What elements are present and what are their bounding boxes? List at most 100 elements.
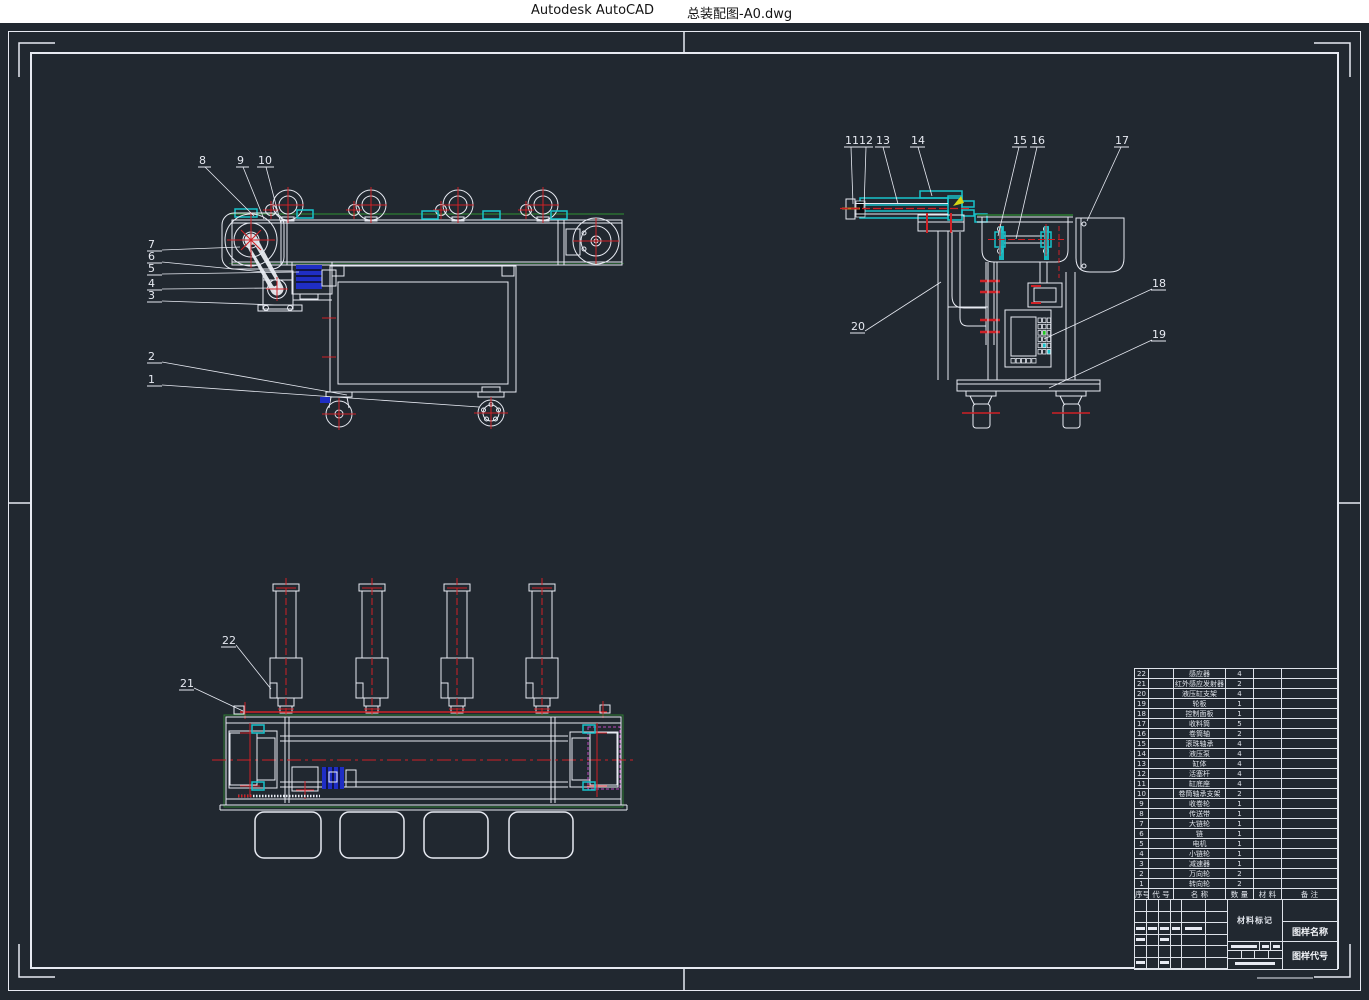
- panel-button[interactable]: [1016, 359, 1020, 364]
- bom-cell: [1282, 729, 1337, 739]
- bom-cell: [1149, 729, 1174, 739]
- bom-cell: 12: [1135, 769, 1149, 779]
- bom-cell: [1282, 879, 1337, 889]
- bom-cell: [1254, 849, 1282, 859]
- bom-cell: 10: [1135, 789, 1149, 799]
- callout-label: 16: [1031, 134, 1045, 147]
- bom-cell: [1149, 779, 1174, 789]
- panel-button[interactable]: [1038, 343, 1041, 348]
- title-block-cell: [1182, 958, 1206, 970]
- bom-cell: [1254, 839, 1282, 849]
- bom-cell: 液压泵: [1174, 749, 1226, 759]
- leader-line: [243, 167, 264, 219]
- bom-cell: 4: [1226, 669, 1254, 679]
- callout-label: 2: [148, 350, 155, 363]
- panel-button[interactable]: [1047, 324, 1050, 329]
- panel-button[interactable]: [1047, 318, 1050, 323]
- bom-cell: [1149, 669, 1174, 679]
- panel-button[interactable]: [1011, 359, 1015, 364]
- bom-cell: [1254, 809, 1282, 819]
- bom-cell: [1254, 739, 1282, 749]
- bom-cell: [1254, 709, 1282, 719]
- panel-button[interactable]: [1043, 343, 1046, 348]
- panel-button[interactable]: [1043, 324, 1046, 329]
- drawing-code-label: 图样代号: [1283, 942, 1337, 969]
- app-title: Autodesk AutoCAD: [531, 3, 654, 18]
- panel-button[interactable]: [1032, 359, 1036, 364]
- bom-cell: [1149, 679, 1174, 689]
- bom-cell: 4: [1226, 739, 1254, 749]
- panel-button[interactable]: [1043, 331, 1046, 336]
- callout-label: 21: [180, 677, 194, 690]
- title-block-cell: [1159, 946, 1171, 958]
- leader-line: [236, 645, 271, 689]
- callout-label: 19: [1152, 328, 1166, 341]
- winding-unit: [977, 215, 1073, 278]
- title-block-cell: [1206, 912, 1228, 924]
- title-block-cell: [1206, 923, 1228, 935]
- title-block-cell: [1135, 958, 1147, 970]
- panel-button[interactable]: [1027, 359, 1031, 364]
- bom-cell: [1282, 719, 1337, 729]
- bom-row: 15滚珠轴承4: [1135, 739, 1337, 749]
- panel-button[interactable]: [1038, 331, 1041, 336]
- bom-cell: [1149, 769, 1174, 779]
- bom-cell: [1254, 779, 1282, 789]
- bom-row: 16卷筒轴2: [1135, 729, 1337, 739]
- panel-button[interactable]: [1038, 324, 1041, 329]
- bom-cell: [1282, 799, 1337, 809]
- bom-cell: [1149, 859, 1174, 869]
- callout-label: 20: [851, 320, 865, 333]
- bom-cell: 大链轮: [1174, 819, 1226, 829]
- panel-button[interactable]: [1038, 318, 1041, 323]
- bom-header-cell: 序号: [1135, 889, 1149, 900]
- panel-button[interactable]: [1047, 350, 1050, 355]
- callout-label: 5: [148, 262, 155, 275]
- bom-cell: [1254, 699, 1282, 709]
- bom-rows: 22感应器421红外感应发射器220液压缸支架419轮板118控制面板117收料…: [1135, 669, 1337, 889]
- leader-line: [865, 282, 941, 331]
- bom-cell: 5: [1135, 839, 1149, 849]
- control-panel[interactable]: [1005, 310, 1051, 367]
- bom-cell: [1254, 749, 1282, 759]
- bom-cell: 17: [1135, 719, 1149, 729]
- bom-row: 1转向轮2: [1135, 879, 1337, 889]
- title-block-cell: [1159, 900, 1171, 912]
- bom-cell: [1254, 769, 1282, 779]
- panel-button[interactable]: [1047, 331, 1050, 336]
- panel-button[interactable]: [1021, 359, 1025, 364]
- bom-cell: 链: [1174, 829, 1226, 839]
- bom-cell: [1282, 739, 1337, 749]
- bom-cell: [1282, 789, 1337, 799]
- panel-button[interactable]: [1043, 350, 1046, 355]
- panel-button[interactable]: [1043, 318, 1046, 323]
- callout-label: 18: [1152, 277, 1166, 290]
- title-block-cell: [1159, 923, 1171, 935]
- title-block-cell: [1135, 900, 1147, 912]
- title-block-cell: [1171, 946, 1182, 958]
- bom-cell: [1254, 729, 1282, 739]
- title-block-cell: [1147, 958, 1159, 970]
- title-block-middle: 材料标记: [1228, 900, 1283, 969]
- panel-button[interactable]: [1038, 337, 1041, 342]
- top-view: [212, 578, 634, 858]
- bom-cell: 9: [1135, 799, 1149, 809]
- bom-cell: 16: [1135, 729, 1149, 739]
- leader-line: [1016, 147, 1037, 239]
- bom-cell: 2: [1226, 789, 1254, 799]
- callout-label: 8: [199, 154, 206, 167]
- bom-cell: 感应器: [1174, 669, 1226, 679]
- leader-line: [162, 288, 272, 289]
- bom-cell: 7: [1135, 819, 1149, 829]
- bom-cell: [1149, 739, 1174, 749]
- bom-cell: 收卷轮: [1174, 799, 1226, 809]
- title-block-cell: [1159, 935, 1171, 947]
- title-block-cell: [1135, 935, 1147, 947]
- panel-button[interactable]: [1047, 343, 1050, 348]
- bom-cell: 1: [1226, 859, 1254, 869]
- bom-cell: 3: [1135, 859, 1149, 869]
- panel-button[interactable]: [1038, 350, 1041, 355]
- bom-cell: 5: [1226, 719, 1254, 729]
- motor: [292, 262, 336, 299]
- bom-cell: 红外感应发射器: [1174, 679, 1226, 689]
